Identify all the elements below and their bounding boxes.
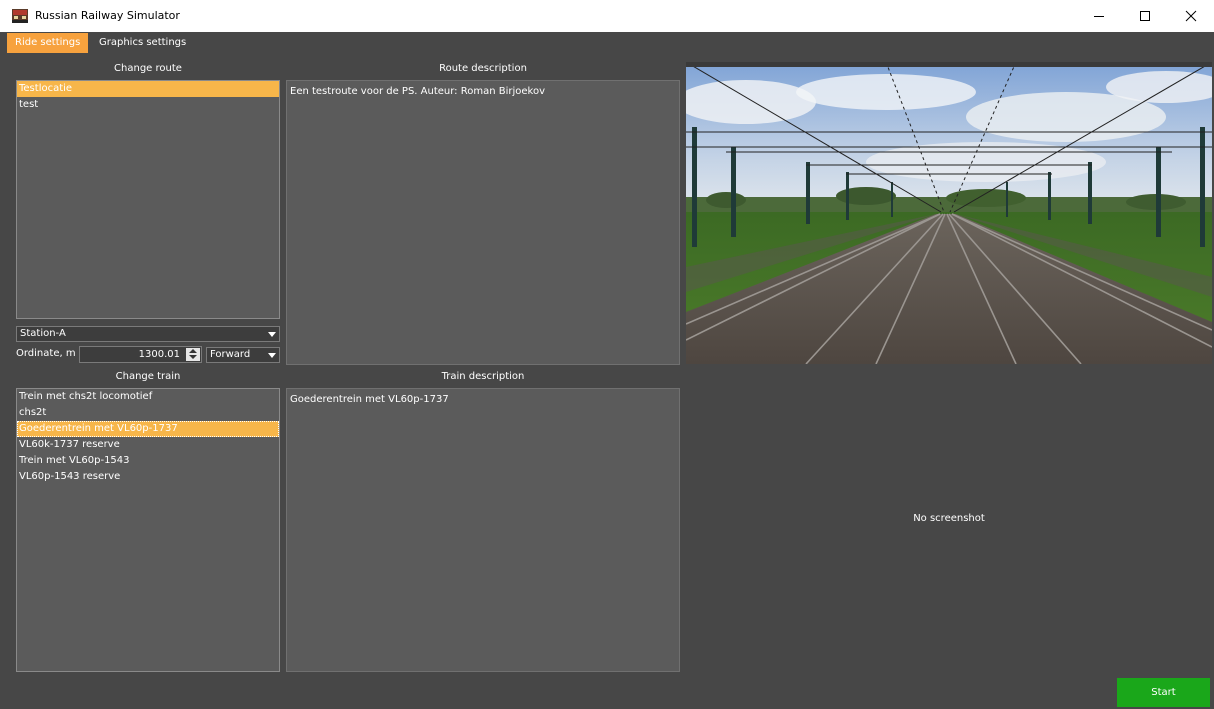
arrow-down-icon[interactable] (189, 355, 197, 359)
maximize-icon (1140, 11, 1150, 21)
train-description-text: Goederentrein met VL60p-1737 (290, 394, 449, 405)
chevron-down-icon (268, 332, 276, 337)
route-screenshot (686, 62, 1212, 364)
title-bar: Russian Railway Simulator (0, 0, 1214, 32)
window-title: Russian Railway Simulator (35, 9, 180, 22)
train-item-3[interactable]: Goederentrein met VL60p-1737 (17, 421, 279, 437)
train-description-label: Train description (441, 371, 525, 382)
direction-select-value: Forward (210, 349, 251, 360)
route-item-testlocatie[interactable]: Testlocatie (17, 81, 279, 97)
route-description-text: Een testroute voor de PS. Auteur: Roman … (290, 86, 545, 97)
station-select-value: Station-A (20, 328, 66, 339)
train-description-box: Goederentrein met VL60p-1737 (286, 388, 680, 672)
no-screenshot-text: No screenshot (913, 512, 985, 524)
maximize-button[interactable] (1122, 0, 1168, 32)
train-app-icon (12, 9, 28, 23)
close-icon (1185, 10, 1197, 22)
close-button[interactable] (1168, 0, 1214, 32)
arrow-up-icon[interactable] (189, 349, 197, 353)
start-button[interactable]: Start (1117, 678, 1210, 707)
train-list[interactable]: Trein met chs2t locomotief chs2t Goedere… (16, 388, 280, 672)
station-select[interactable]: Station-A (16, 326, 280, 342)
train-item-2[interactable]: chs2t (17, 405, 279, 421)
minimize-icon (1094, 16, 1104, 17)
ordinate-value: 1300.01 (138, 349, 180, 360)
change-train-label: Change train (115, 371, 181, 382)
ordinate-stepper-buttons[interactable] (186, 348, 200, 361)
ordinate-label: Ordinate, m (16, 348, 76, 359)
minimize-button[interactable] (1076, 0, 1122, 32)
train-item-5[interactable]: Trein met VL60p-1543 (17, 453, 279, 469)
train-item-1[interactable]: Trein met chs2t locomotief (17, 389, 279, 405)
train-screenshot-placeholder: No screenshot (686, 368, 1212, 668)
tab-graphics-settings[interactable]: Graphics settings (91, 33, 194, 53)
route-description-box: Een testroute voor de PS. Auteur: Roman … (286, 80, 680, 365)
route-description-label: Route description (439, 63, 527, 74)
route-item-test[interactable]: test (17, 97, 279, 113)
tab-ride-settings[interactable]: Ride settings (7, 33, 89, 53)
train-item-6[interactable]: VL60p-1543 reserve (17, 469, 279, 485)
chevron-down-icon (268, 353, 276, 358)
train-item-4[interactable]: VL60k-1737 reserve (17, 437, 279, 453)
direction-select[interactable]: Forward (206, 347, 280, 363)
ordinate-spinbox[interactable]: 1300.01 (79, 346, 202, 363)
route-list[interactable]: Testlocatie test (16, 80, 280, 319)
change-route-label: Change route (114, 63, 182, 74)
